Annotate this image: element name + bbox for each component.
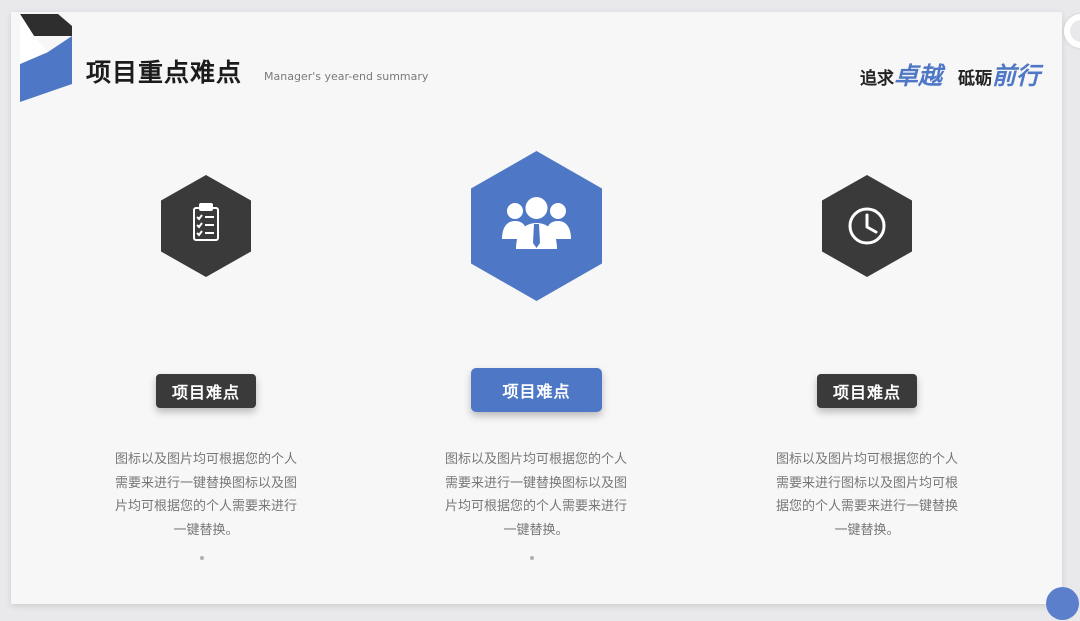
tie-shape xyxy=(533,224,540,248)
page-title: 项目重点难点 xyxy=(86,58,243,87)
card-3-label: 项目难点 xyxy=(817,374,917,408)
hexagon-badge-2 xyxy=(471,151,602,301)
slogan-accent-2: 前行 xyxy=(992,62,1040,90)
card-1-label: 项目难点 xyxy=(156,374,256,408)
card-3-description: 图标以及图片均可根据您的个人需要来进行图标以及图片均可根据您的个人需要来进行一键… xyxy=(775,452,958,538)
corner-logo-icon xyxy=(20,14,72,102)
card-1-trailing-dot xyxy=(200,556,204,560)
card-2-trailing-dot xyxy=(530,556,534,560)
corner-ring-decoration xyxy=(1064,14,1080,48)
slogan-plain-1: 追求 xyxy=(860,69,894,89)
slogan-accent-1: 卓越 xyxy=(894,62,942,90)
card-2-label: 项目难点 xyxy=(471,368,602,412)
corner-circle-decoration xyxy=(1046,587,1079,620)
slogan: 追求 卓越 砥砺 前行 xyxy=(860,56,1040,90)
hexagon-badge-3 xyxy=(822,175,912,277)
card-1-description: 图标以及图片均可根据您的个人需要来进行一键替换图标以及图片均可根据您的个人需要来… xyxy=(114,452,297,538)
card-2-description: 图标以及图片均可根据您的个人需要来进行一键替换图标以及图片均可根据您的个人需要来… xyxy=(444,452,627,538)
stage: 项目重点难点 Manager's year-end summary 追求 卓越 … xyxy=(0,0,1080,621)
page-subtitle: Manager's year-end summary xyxy=(264,70,429,83)
slogan-plain-2: 砥砺 xyxy=(958,69,992,89)
hexagon-badge-1 xyxy=(161,175,251,277)
